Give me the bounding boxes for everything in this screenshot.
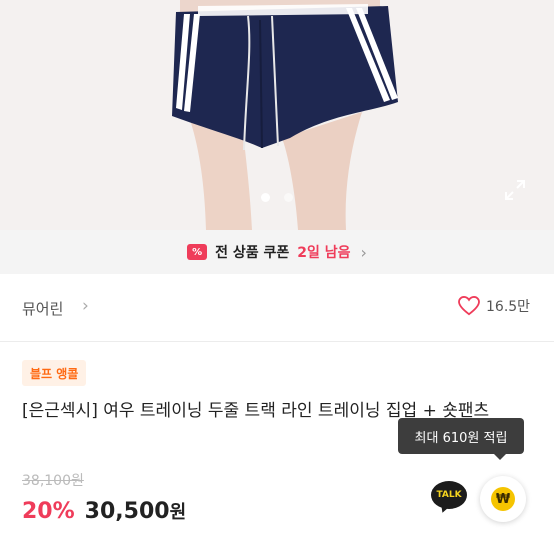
reward-button[interactable]: ₩: [480, 476, 526, 522]
currency-unit: 원: [169, 502, 187, 523]
carousel-dot[interactable]: [284, 193, 293, 202]
chevron-right-icon: ›: [82, 296, 89, 316]
coupon-percent-icon: %: [187, 244, 208, 260]
like-button[interactable]: 16.5만: [458, 296, 530, 316]
carousel-indicator: [0, 193, 554, 202]
sale-price: 30,500: [84, 499, 170, 524]
store-name-link[interactable]: 뮤어린: [22, 298, 63, 319]
coupon-label: 전 상품 쿠폰: [215, 245, 290, 261]
coupon-remaining: 2일 남음: [297, 245, 351, 261]
carousel-dot-active[interactable]: [261, 193, 270, 202]
talk-button[interactable]: TALK: [431, 481, 467, 515]
talk-chat-icon: TALK: [431, 481, 467, 509]
coupon-banner[interactable]: % 전 상품 쿠폰 2일 남음 ›: [0, 230, 554, 274]
promo-tag: 블프 앵콜: [22, 360, 87, 386]
price-row: 20% 30,500원: [22, 498, 186, 524]
like-count: 16.5만: [486, 299, 531, 315]
heart-icon: [458, 296, 480, 316]
won-coin-icon: ₩: [491, 487, 515, 511]
reward-tooltip: 최대 610원 적립: [398, 418, 524, 460]
product-image[interactable]: [0, 0, 554, 230]
store-row: 뮤어린 › 16.5만: [0, 274, 554, 342]
chevron-right-icon: ›: [360, 242, 367, 262]
discount-rate: 20%: [22, 499, 75, 524]
original-price: 38,100원: [22, 473, 84, 489]
expand-icon[interactable]: [503, 178, 527, 202]
